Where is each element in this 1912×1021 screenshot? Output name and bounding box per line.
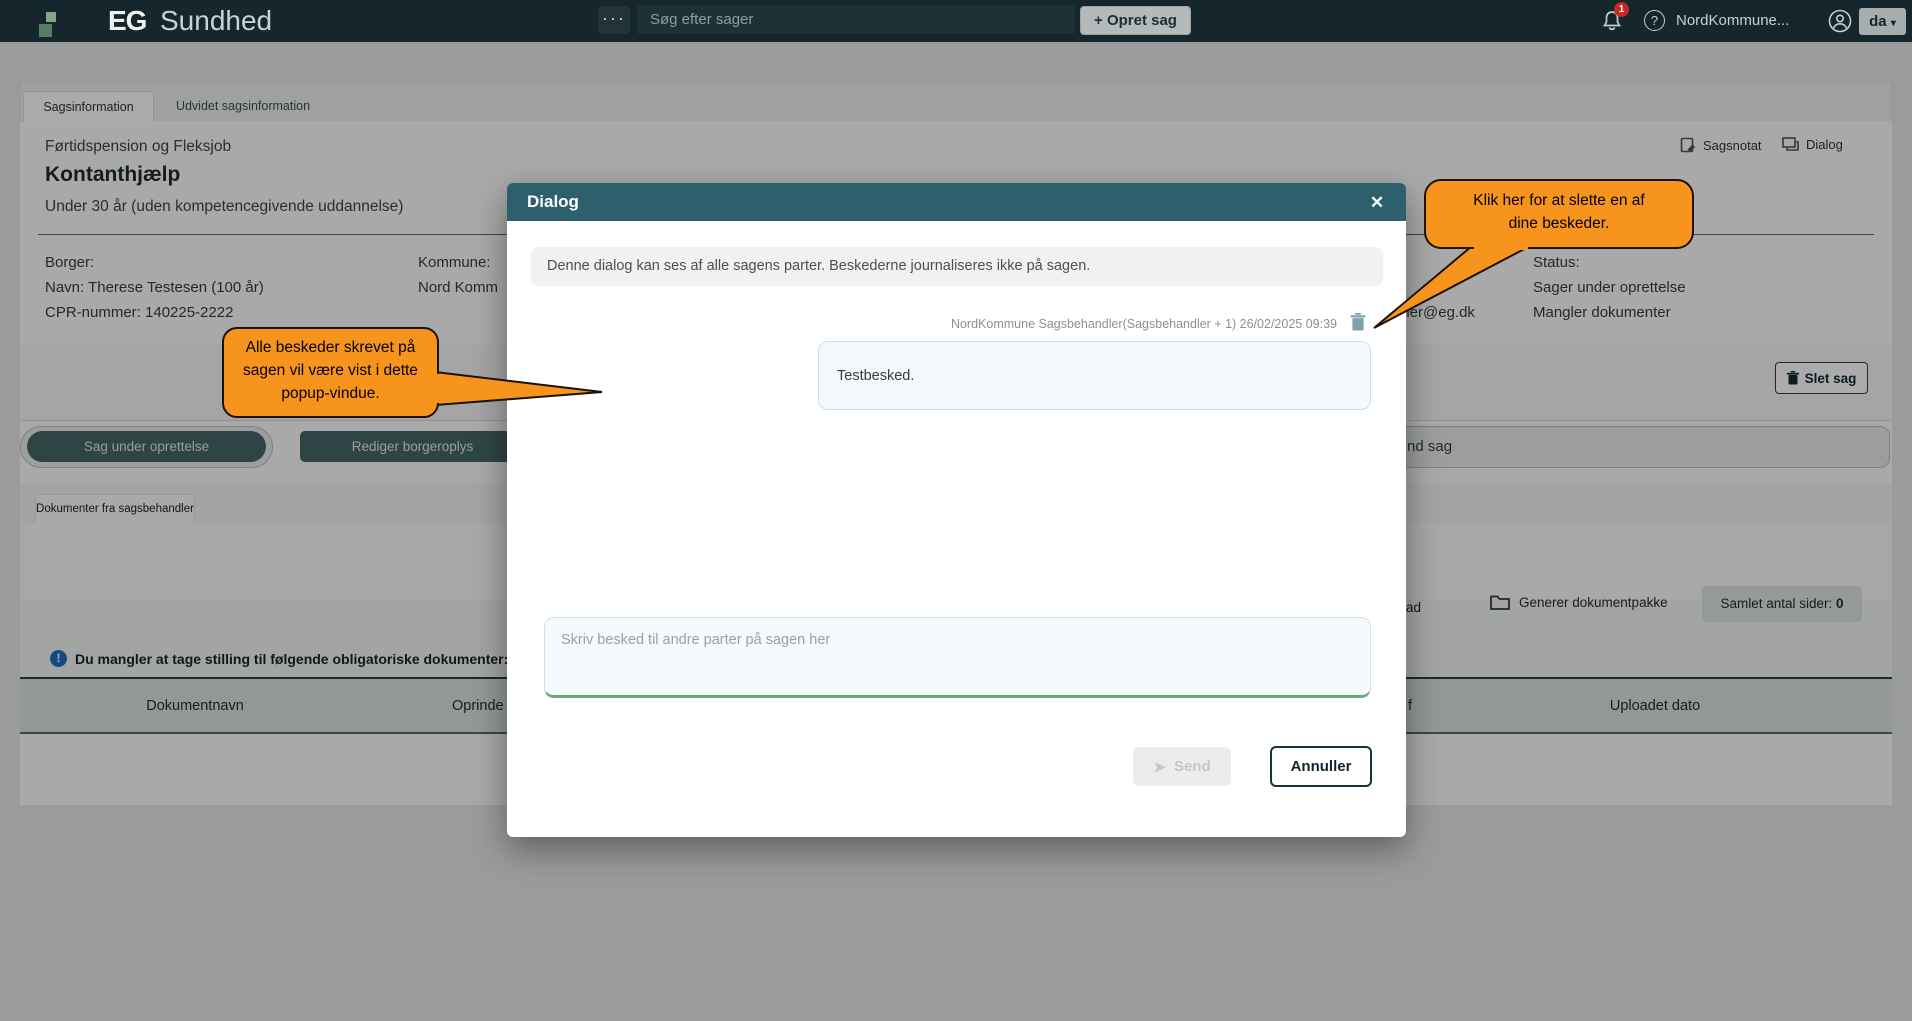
more-menu-button[interactable]: ··· [598, 6, 630, 34]
message-text: Testbesked. [837, 368, 914, 384]
help-icon[interactable]: ? [1644, 10, 1665, 31]
send-label: Send [1174, 758, 1211, 775]
app-header: EG Sundhed ··· + Opret sag 1 ? NordKommu… [0, 0, 1912, 42]
search-input[interactable] [637, 5, 1075, 34]
brand-logo: EG [108, 5, 146, 37]
modal-info-banner: Denne dialog kan ses af alle sagens part… [531, 247, 1383, 286]
message-input[interactable] [544, 617, 1371, 698]
notification-badge: 1 [1614, 2, 1629, 17]
message-bubble: Testbesked. [818, 341, 1371, 410]
message-meta: NordKommune Sagsbehandler(Sagsbehandler … [507, 317, 1337, 331]
logo-square-dark [39, 24, 52, 37]
callout-messages-line1: Alle beskeder skrevet på [223, 336, 438, 359]
language-value: da [1869, 13, 1887, 30]
callout-messages-popup: Alle beskeder skrevet på sagen vil være … [215, 320, 615, 430]
user-organization: NordKommune... [1676, 12, 1789, 29]
callout-delete-line1: Klik her for at slette en af [1425, 189, 1693, 212]
send-icon: ➤ [1153, 758, 1166, 776]
callout-delete-line2: dine beskeder. [1425, 212, 1693, 235]
dialog-modal: Dialog ✕ Denne dialog kan ses af alle sa… [507, 183, 1406, 837]
callout-delete-message: Klik her for at slette en af dine besked… [1360, 170, 1705, 340]
logo-square-light [46, 12, 56, 22]
opret-sag-button[interactable]: + Opret sag [1080, 6, 1191, 35]
account-icon[interactable] [1828, 9, 1852, 33]
language-selector[interactable]: da ▾ [1859, 8, 1906, 35]
annuller-button[interactable]: Annuller [1270, 746, 1372, 787]
send-button[interactable]: ➤ Send [1133, 747, 1231, 786]
modal-title: Dialog [527, 183, 579, 221]
caret-down-icon: ▾ [1891, 18, 1896, 29]
product-name: Sundhed [160, 5, 272, 37]
callout-messages-line3: popup-vindue. [223, 382, 438, 405]
callout-messages-line2: sagen vil være vist i dette [223, 359, 438, 382]
modal-header: Dialog ✕ [507, 183, 1406, 221]
